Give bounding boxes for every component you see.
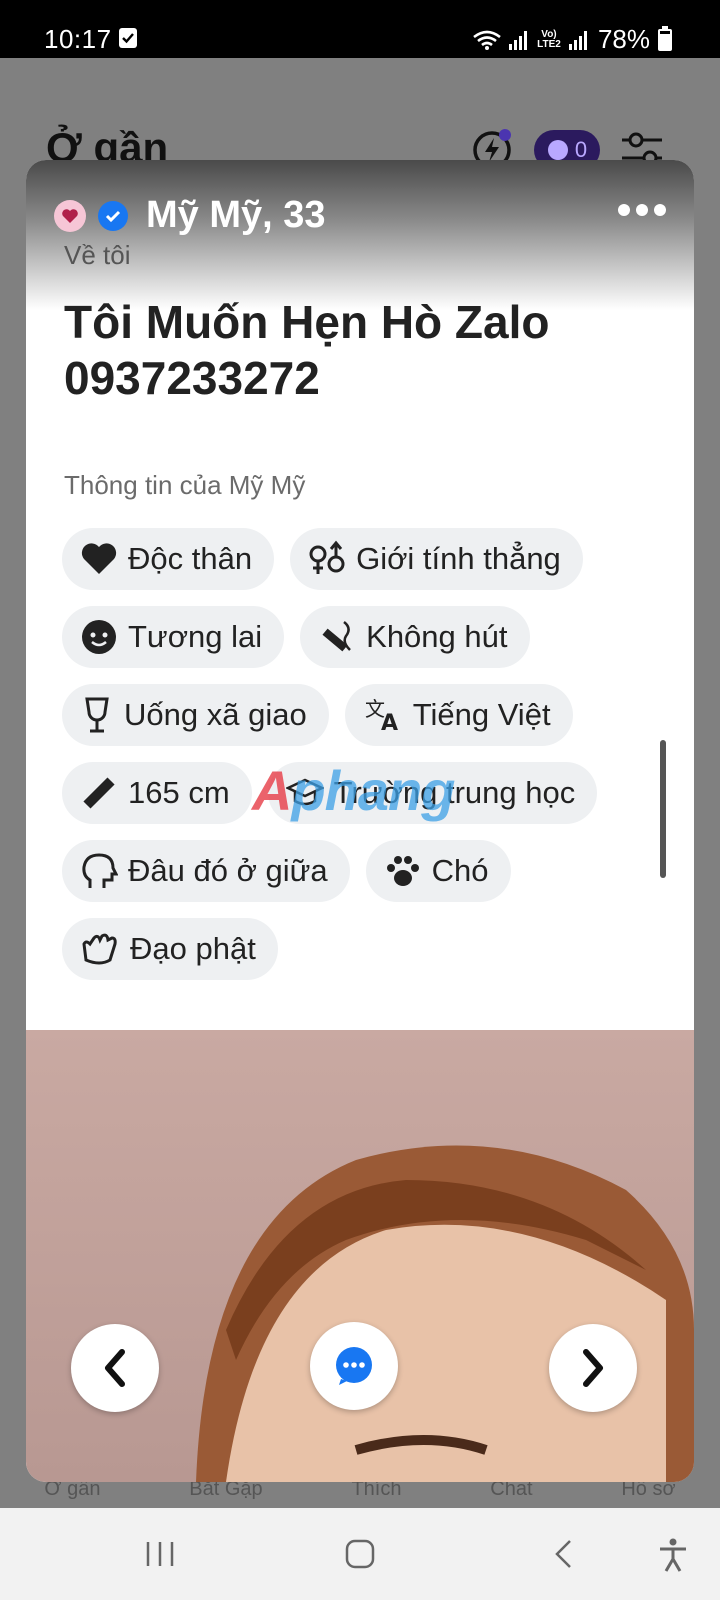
- chip-relationship: Độc thân: [62, 528, 275, 590]
- chip-smoking: Không hút: [300, 606, 530, 668]
- profile-title-row: Mỹ Mỹ, 33: [54, 194, 326, 237]
- chevron-left-icon: [105, 1349, 125, 1387]
- head-icon: [82, 853, 118, 888]
- profile-card[interactable]: Mỹ Mỹ, 33 Về tôi Tôi Muốn Hẹn Hò Zalo 09…: [26, 160, 694, 1482]
- system-nav-bar: [0, 1508, 720, 1600]
- more-options-icon[interactable]: [618, 204, 666, 216]
- translate-icon: 文A: [365, 697, 398, 734]
- chat-bubble-icon: [336, 1347, 372, 1385]
- volte-label: Vo) LTE2: [537, 28, 561, 50]
- home-icon[interactable]: [344, 1538, 376, 1570]
- battery-icon: [658, 25, 672, 51]
- watermark-logo: Aphang: [252, 759, 455, 822]
- no-smoking-icon: [322, 621, 352, 652]
- status-indicators: Vo) LTE2 78%: [472, 24, 672, 55]
- profile-name-age: Mỹ Mỹ, 33: [146, 194, 326, 236]
- gender-icon: [309, 540, 345, 574]
- info-section-label: Thông tin của Mỹ Mỹ: [64, 470, 306, 500]
- chip-politics: Đâu đó ở giữa: [62, 840, 350, 902]
- pink-heart-badge-icon: [54, 199, 86, 232]
- chip-religion: Đạo phật: [62, 918, 278, 980]
- praying-hands-icon: [82, 933, 117, 965]
- status-time: 10:17: [44, 24, 112, 54]
- about-label: Về tôi: [64, 240, 131, 270]
- accessibility-icon[interactable]: [658, 1538, 688, 1572]
- wifi-icon: [473, 30, 501, 50]
- chat-button[interactable]: [310, 1322, 398, 1410]
- chip-orientation: Giới tính thẳng: [290, 528, 583, 590]
- baby-icon: [82, 620, 116, 654]
- chip-language: 文A Tiếng Việt: [344, 684, 573, 746]
- status-bar: 10:17 Vo) LTE2 78%: [0, 0, 720, 58]
- previous-button[interactable]: [71, 1324, 159, 1412]
- chip-height: 165 cm: [62, 762, 252, 824]
- chip-children: Tương lai: [62, 606, 285, 668]
- heart-icon: [81, 543, 117, 574]
- wine-icon: [85, 697, 109, 733]
- ruler-icon: [83, 777, 115, 809]
- scrollbar[interactable]: [660, 740, 666, 878]
- back-icon[interactable]: [548, 1538, 580, 1570]
- about-text: Tôi Muốn Hẹn Hò Zalo 0937233272: [64, 296, 550, 404]
- svg-text:A: A: [381, 711, 398, 734]
- battery-text: 78%: [597, 24, 650, 54]
- recent-apps-icon[interactable]: [144, 1538, 176, 1570]
- chat-bubble-icon: [547, 140, 568, 160]
- verified-badge-icon: [98, 200, 128, 231]
- paw-icon: [386, 856, 419, 886]
- next-button[interactable]: [549, 1324, 637, 1412]
- notification-icon: [119, 28, 137, 48]
- chip-pets: Chó: [365, 840, 511, 902]
- photo-image: [196, 1145, 694, 1482]
- signal-icon: [508, 30, 527, 50]
- chip-drinking: Uống xã giao: [62, 684, 329, 746]
- signal-icon-2: [568, 30, 587, 50]
- profile-photo[interactable]: [26, 1030, 694, 1482]
- chevron-right-icon: [583, 1349, 603, 1387]
